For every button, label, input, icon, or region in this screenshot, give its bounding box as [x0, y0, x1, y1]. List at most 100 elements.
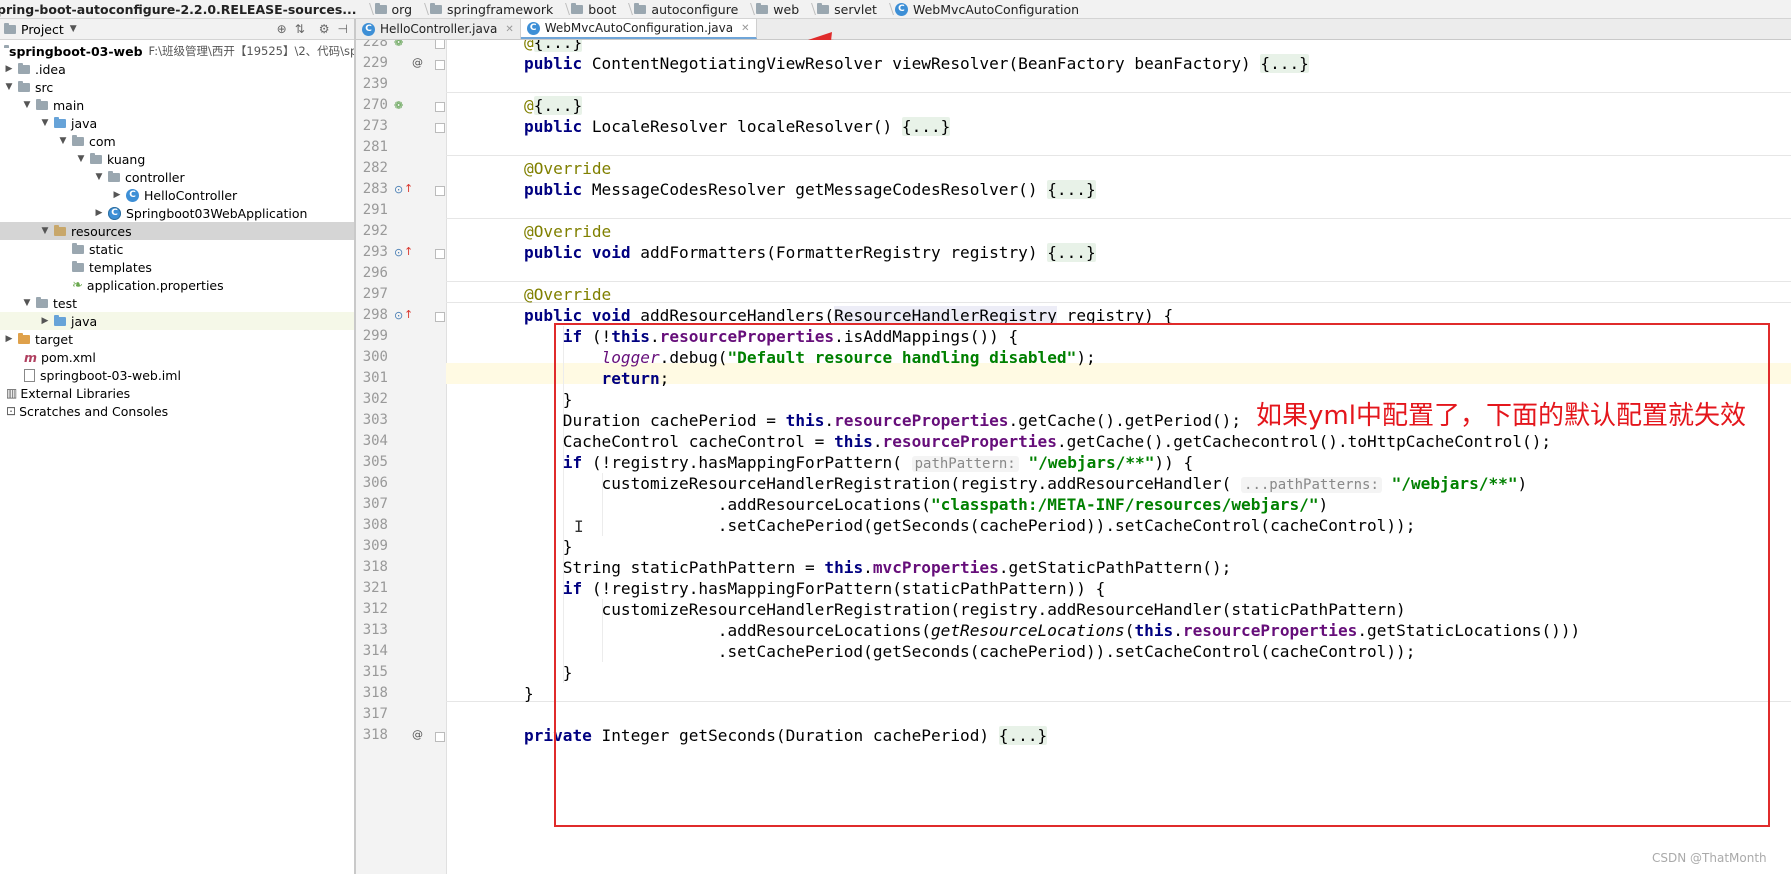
breadcrumb-item[interactable]: autoconfigure: [630, 0, 744, 18]
code-line[interactable]: @{...}: [524, 40, 583, 53]
fold-marker[interactable]: [435, 123, 445, 133]
chevron-down-icon[interactable]: ▼: [22, 100, 32, 110]
chevron-down-icon[interactable]: ▼: [4, 82, 14, 92]
chevron-down-icon[interactable]: ▼: [76, 154, 86, 164]
breadcrumb-item[interactable]: boot: [567, 0, 622, 18]
override-icon[interactable]: ⊙: [394, 183, 403, 196]
code-line[interactable]: }: [524, 683, 534, 704]
breadcrumb-label: boot: [588, 1, 617, 17]
code-line[interactable]: @Override: [524, 284, 611, 305]
breadcrumb-label: WebMvcAutoConfiguration: [912, 1, 1080, 17]
tree-item-controller[interactable]: ▼ controller: [0, 168, 354, 186]
chevron-down-icon[interactable]: ▼: [40, 226, 50, 236]
tree-item-label: application.properties: [86, 277, 224, 293]
fold-marker[interactable]: [435, 40, 445, 49]
fold-marker[interactable]: [435, 732, 445, 742]
tree-item-application[interactable]: ▶ C Springboot03WebApplication: [0, 204, 354, 222]
chevron-right-icon[interactable]: ▶: [112, 190, 122, 200]
project-panel-header: Project ▼ ⊕ ⇅ ⚙ ⊣: [0, 19, 354, 40]
locate-icon[interactable]: ⊕: [277, 22, 287, 36]
breadcrumb-label: autoconfigure: [651, 1, 739, 17]
project-title: Project: [21, 21, 64, 37]
code-line[interactable]: public MessageCodesResolver getMessageCo…: [524, 179, 1096, 200]
tree-item-hellocontroller[interactable]: ▶ C HelloController: [0, 186, 354, 204]
tree-item-com[interactable]: ▼ com: [0, 132, 354, 150]
breadcrumb-item[interactable]: web: [752, 0, 805, 18]
tree-item-test-java[interactable]: ▶ java: [0, 312, 354, 330]
tree-item-project[interactable]: springboot-03-web F:\班级管理\西开【19525】\2、代码…: [0, 42, 354, 60]
override-arrow-icon[interactable]: ↑: [404, 182, 413, 195]
breadcrumb-item[interactable]: springframework: [426, 0, 559, 18]
chevron-right-icon[interactable]: ▶: [4, 64, 14, 74]
tree-item-main[interactable]: ▼ main: [0, 96, 354, 114]
tree-item-application-properties[interactable]: ❧ application.properties: [0, 276, 354, 294]
gear-icon[interactable]: ⚙: [319, 22, 330, 36]
tree-item-label: controller: [125, 169, 185, 185]
at-icon[interactable]: @: [412, 728, 423, 741]
tree-item-test[interactable]: ▼ test: [0, 294, 354, 312]
collapse-icon[interactable]: ⇅: [295, 22, 305, 36]
fold-marker[interactable]: [435, 312, 445, 322]
breadcrumb-label: web: [773, 1, 800, 17]
fold-marker[interactable]: [435, 102, 445, 112]
tree-item-idea[interactable]: ▶ .idea: [0, 60, 354, 78]
tree-item-label: Scratches and Consoles: [19, 403, 169, 419]
tree-item-scratches[interactable]: ⊡ Scratches and Consoles: [0, 402, 354, 420]
bean-icon[interactable]: ❁: [394, 99, 403, 112]
code-line[interactable]: public ContentNegotiatingViewResolver vi…: [524, 53, 1309, 74]
close-icon[interactable]: ✕: [505, 24, 513, 35]
tree-item-static[interactable]: static: [0, 240, 354, 258]
method-separator: [446, 281, 1791, 282]
tree-item-external-libraries[interactable]: ▥ External Libraries: [0, 384, 354, 402]
breadcrumb-item[interactable]: C WebMvcAutoConfiguration: [891, 0, 1085, 18]
fold-marker[interactable]: [435, 249, 445, 259]
resources-folder-icon: [54, 224, 66, 236]
breadcrumb: pring-boot-autoconfigure-2.2.0.RELEASE-s…: [0, 0, 1791, 19]
line-number: 273: [362, 118, 388, 134]
chevron-right-icon[interactable]: ▶: [4, 334, 14, 344]
chevron-down-icon[interactable]: ▼: [40, 118, 50, 128]
chevron-down-icon[interactable]: ▼: [22, 298, 32, 308]
hide-icon[interactable]: ⊣: [338, 22, 348, 36]
tree-item-target[interactable]: ▶ target: [0, 330, 354, 348]
tab-hellocontroller[interactable]: C HelloController.java ✕: [356, 19, 521, 39]
code-line[interactable]: public LocaleResolver localeResolver() {…: [524, 116, 951, 137]
code-line[interactable]: @Override: [524, 221, 611, 242]
code-line[interactable]: public void addFormatters(FormatterRegis…: [524, 242, 1096, 263]
breadcrumb-separator: [363, 0, 371, 18]
override-arrow-icon[interactable]: ↑: [404, 308, 413, 321]
chevron-right-icon[interactable]: ▶: [40, 316, 50, 326]
tree-item-kuang[interactable]: ▼ kuang: [0, 150, 354, 168]
line-number: 303: [362, 412, 388, 428]
project-view-selector[interactable]: Project ▼: [4, 22, 77, 37]
override-icon[interactable]: ⊙: [394, 246, 403, 259]
fold-marker[interactable]: [435, 186, 445, 196]
code-line[interactable]: @{...}: [524, 95, 583, 116]
tree-item-pom[interactable]: m pom.xml: [0, 348, 354, 366]
bean-icon[interactable]: ❁: [394, 40, 403, 49]
test-folder-icon: [54, 314, 66, 326]
breadcrumb-item[interactable]: org: [371, 0, 419, 18]
at-icon[interactable]: @: [412, 56, 423, 69]
line-number: 229: [362, 55, 388, 71]
tree-item-java[interactable]: ▼ java: [0, 114, 354, 132]
tree-item-src[interactable]: ▼ src: [0, 78, 354, 96]
tree-item-resources[interactable]: ▼ resources: [0, 222, 354, 240]
line-number: 297: [362, 286, 388, 302]
tree-item-label: static: [89, 241, 124, 257]
tree-item-label: springboot-03-web.iml: [40, 367, 181, 383]
override-arrow-icon[interactable]: ↑: [404, 245, 413, 258]
chevron-down-icon[interactable]: ▼: [58, 136, 68, 146]
folder-icon: [634, 2, 647, 14]
chevron-right-icon[interactable]: ▶: [94, 208, 104, 218]
chevron-down-icon[interactable]: ▼: [94, 172, 104, 182]
tab-webmvcautoconfiguration[interactable]: C WebMvcAutoConfiguration.java ✕: [520, 19, 757, 39]
tree-item-iml[interactable]: springboot-03-web.iml: [0, 366, 354, 384]
fold-marker[interactable]: [435, 60, 445, 70]
code-line[interactable]: @Override: [524, 158, 611, 179]
breadcrumb-item[interactable]: servlet: [813, 0, 883, 18]
override-icon[interactable]: ⊙: [394, 309, 403, 322]
breadcrumb-item[interactable]: pring-boot-autoconfigure-2.2.0.RELEASE-s…: [0, 0, 363, 18]
tree-item-templates[interactable]: templates: [0, 258, 354, 276]
close-icon[interactable]: ✕: [741, 23, 749, 34]
